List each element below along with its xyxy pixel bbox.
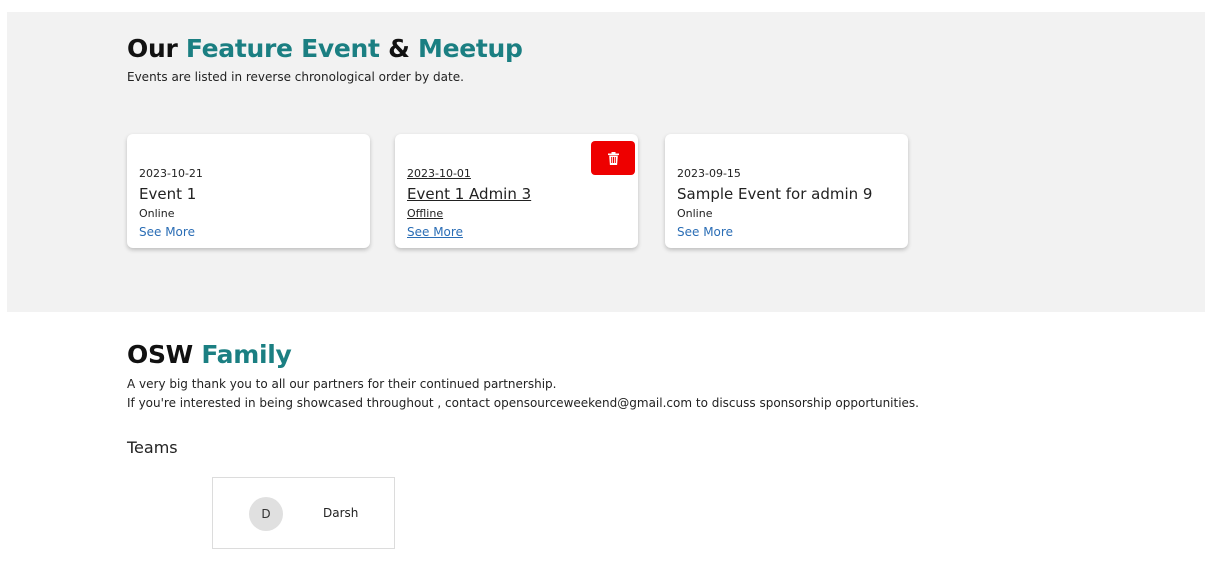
event-date: 2023-09-15 (677, 167, 741, 180)
events-section-title: Our Feature Event & Meetup (127, 34, 523, 63)
event-card[interactable]: 2023-09-15 Sample Event for admin 9 Onli… (665, 134, 908, 248)
events-section-subtitle: Events are listed in reverse chronologic… (127, 70, 464, 84)
event-date: 2023-10-01 (407, 167, 471, 180)
see-more-link[interactable]: See More (407, 225, 463, 239)
trash-icon (607, 151, 619, 165)
event-name: Sample Event for admin 9 (677, 185, 873, 203)
event-card[interactable]: 2023-10-21 Event 1 Online See More (127, 134, 370, 248)
event-mode: Online (677, 207, 713, 220)
event-name[interactable]: Event 1 Admin 3 (407, 185, 531, 203)
see-more-link[interactable]: See More (139, 225, 195, 239)
see-more-link[interactable]: See More (677, 225, 733, 239)
family-thanks-text: A very big thank you to all our partners… (127, 377, 557, 391)
teams-heading: Teams (127, 438, 178, 457)
event-date: 2023-10-21 (139, 167, 203, 180)
avatar: D (249, 497, 283, 531)
event-mode: Offline (407, 207, 444, 220)
event-card[interactable]: 2023-10-01 Event 1 Admin 3 Offline See M… (395, 134, 638, 248)
event-name: Event 1 (139, 185, 197, 203)
family-sponsorship-text: If you're interested in being showcased … (127, 396, 919, 410)
featured-events-section: Our Feature Event & Meetup Events are li… (7, 12, 1205, 312)
delete-event-button[interactable] (591, 141, 635, 175)
family-section-title: OSW Family (127, 340, 292, 369)
event-mode: Online (139, 207, 175, 220)
team-member-card[interactable]: D Darsh (212, 477, 395, 549)
team-member-name: Darsh (323, 506, 359, 520)
